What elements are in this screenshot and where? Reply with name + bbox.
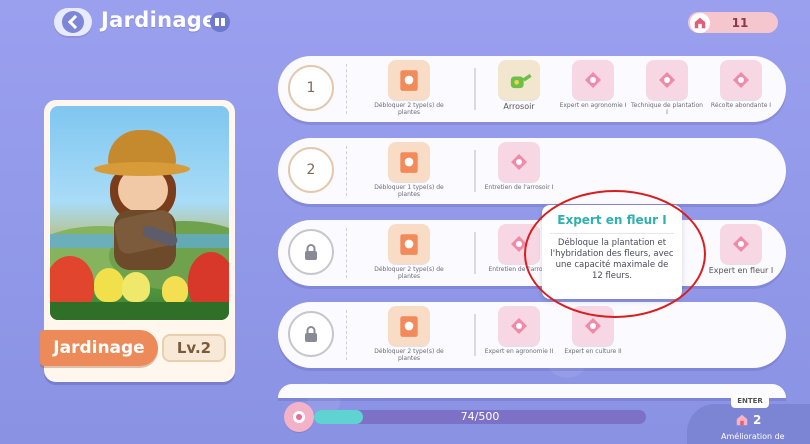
tier-row-5	[278, 384, 786, 398]
watering-can-icon	[498, 60, 540, 100]
watering-can-icon	[720, 60, 762, 100]
book-icon	[388, 60, 430, 100]
experience-progress: 74/500	[284, 402, 646, 432]
divider	[474, 314, 476, 356]
reward-caption: Expert en fleur I	[708, 266, 774, 275]
skill-card: Jardinage Lv.2	[40, 100, 235, 382]
house-token-icon	[736, 414, 748, 426]
reward-caption: Expert en culture II	[564, 348, 622, 355]
reward-skill-flower-expert[interactable]: Expert en fleur I	[706, 224, 776, 275]
watering-can-icon	[498, 306, 540, 346]
highlight-circle	[524, 190, 706, 318]
upgrade-label: Amélioration de	[721, 432, 785, 441]
guide-book-icon[interactable]	[210, 12, 230, 32]
reward-unlock-plants[interactable]: Débloquer 2 type(s) de plantes	[374, 224, 444, 280]
divider	[346, 146, 347, 196]
reward-caption: Expert en agronomie II	[484, 348, 554, 355]
lock-icon	[288, 311, 334, 357]
tier-row-2: 2 Débloquer 1 type(s) de plantes Entreti…	[278, 138, 786, 204]
book-icon	[388, 306, 430, 346]
reward-skill[interactable]: Expert en agronomie II	[484, 306, 554, 355]
back-button[interactable]	[54, 8, 92, 36]
currency-counter: 11	[688, 12, 778, 33]
divider	[474, 68, 476, 110]
reward-unlock-plants[interactable]: Débloquer 2 type(s) de plantes	[374, 306, 444, 362]
upgrade-cost-value: 2	[753, 413, 762, 427]
skill-level: Lv.2	[162, 334, 226, 362]
divider	[346, 64, 347, 114]
progress-text: 74/500	[460, 410, 500, 423]
reward-skill[interactable]: Entretien de l'arrosoir I	[484, 142, 554, 191]
reward-caption: Technique de plantation I	[630, 102, 703, 116]
reward-watering-can[interactable]: Arrosoir	[484, 60, 554, 111]
tier-number-badge: 1	[288, 65, 334, 111]
reward-caption: Entretien de l'arrosoir I	[484, 184, 554, 191]
tier-row-4: Débloquer 2 type(s) de plantes Expert en…	[278, 302, 786, 368]
book-icon	[388, 142, 430, 182]
reward-unlock-plants[interactable]: Débloquer 2 type(s) de plantes	[374, 60, 444, 116]
house-token-icon	[690, 12, 710, 33]
reward-caption: Récolte abondante I	[710, 102, 772, 109]
tier-row-1: 1 Débloquer 2 type(s) de plantes Arrosoi…	[278, 56, 786, 122]
reward-skill[interactable]: Expert en agronomie I	[558, 60, 628, 109]
enter-key-hint: ENTER	[731, 394, 769, 408]
lock-icon	[288, 229, 334, 275]
character-illustration	[50, 106, 229, 320]
upgrade-button[interactable]: ENTER 2 Amélioration de	[687, 394, 810, 444]
page-title: Jardinage	[101, 8, 217, 32]
divider	[474, 150, 476, 192]
divider	[346, 310, 347, 360]
back-arrow-icon	[62, 11, 84, 33]
watering-can-icon	[646, 60, 688, 100]
reward-caption: Débloquer 2 type(s) de plantes	[374, 348, 444, 362]
tier-number-badge: 2	[288, 147, 334, 193]
skill-name-ribbon: Jardinage	[40, 330, 158, 366]
watering-can-icon	[572, 60, 614, 100]
reward-unlock-plants[interactable]: Débloquer 1 type(s) de plantes	[374, 142, 444, 198]
reward-caption: Débloquer 1 type(s) de plantes	[374, 184, 444, 198]
book-icon	[388, 224, 430, 264]
reward-skill[interactable]: Récolte abondante I	[706, 60, 776, 109]
reward-caption: Arrosoir	[503, 102, 535, 111]
divider	[474, 232, 476, 274]
currency-value: 11	[731, 15, 749, 30]
skill-name: Jardinage	[53, 338, 145, 358]
reward-skill[interactable]: Technique de plantation I	[630, 60, 703, 116]
upgrade-cost: 2	[735, 413, 761, 427]
reward-caption: Débloquer 2 type(s) de plantes	[374, 102, 444, 116]
reward-caption: Débloquer 2 type(s) de plantes	[374, 266, 444, 280]
watering-can-icon	[720, 224, 762, 264]
reward-caption: Expert en agronomie I	[559, 102, 627, 109]
divider	[346, 228, 347, 278]
watering-can-icon	[498, 142, 540, 182]
flower-watering-icon	[284, 402, 314, 432]
